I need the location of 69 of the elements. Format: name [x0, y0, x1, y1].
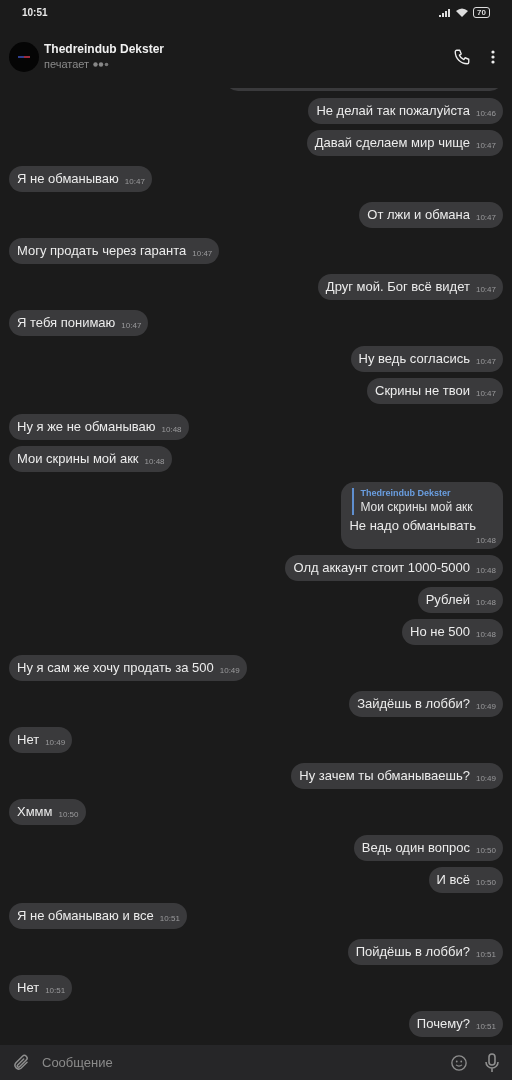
- message-time: 10:50: [58, 809, 79, 821]
- message-time: 10:49: [45, 737, 66, 749]
- message-time: 10:47: [121, 320, 142, 332]
- message-text: Ну я же не обманываю: [17, 418, 156, 437]
- message-time: 10:47: [475, 212, 496, 224]
- message-time: 10:47: [192, 248, 213, 260]
- message-time: 10:51: [45, 985, 66, 997]
- message-time: 10:48: [161, 424, 182, 436]
- battery-icon: 70: [473, 7, 490, 18]
- message-time: 10:50: [475, 845, 496, 857]
- message-time: 10:50: [475, 877, 496, 889]
- message-time: 10:51: [475, 1021, 496, 1033]
- message-text: Нет: [17, 979, 40, 998]
- typing-dots-icon: [93, 61, 110, 67]
- message-time: 10:49: [219, 665, 240, 677]
- message-text: Рублей: [425, 591, 470, 610]
- message-text: Я не обманываю и все: [17, 907, 154, 926]
- message-text: Давай сделаем мир чище: [314, 134, 470, 153]
- message-text: Зайдёшь в лобби?: [357, 695, 470, 714]
- message-time: 10:48: [475, 597, 496, 609]
- attach-icon[interactable]: [12, 1053, 30, 1072]
- message-text: Не надо обманывать: [349, 518, 477, 534]
- message-time: 10:51: [475, 949, 496, 961]
- message-text: Хммм: [17, 803, 53, 822]
- message-time: 10:47: [475, 388, 496, 400]
- message-time: 10:51: [159, 913, 180, 925]
- quoted-message: Мои скрины мой акк: [360, 499, 473, 515]
- microphone-icon[interactable]: [484, 1052, 500, 1073]
- message-text: Ну ведь согласись: [358, 350, 470, 369]
- message-field[interactable]: Сообщение: [42, 1052, 450, 1073]
- quoted-author: Thedreindub Dekster: [360, 488, 452, 499]
- more-icon: [491, 49, 495, 64]
- message-time: 10:47: [475, 356, 496, 368]
- message-text: Ну зачем ты обманываешь?: [299, 767, 470, 786]
- message-time: 10:48: [475, 565, 496, 577]
- message-text: Скрины не твои: [375, 382, 470, 401]
- phone-icon: [453, 47, 471, 66]
- status-time: 10:51: [22, 6, 48, 20]
- message-text: Но не 500: [410, 623, 470, 642]
- message-text: Нет: [17, 731, 40, 750]
- message-text: Не делай так пожалуйста: [316, 102, 470, 121]
- message-text: Ну я сам же хочу продать за 500: [17, 659, 214, 678]
- typing-status: печатает: [44, 57, 90, 71]
- message-text: Мои скрины мой акк: [17, 450, 139, 469]
- message-time: 10:49: [475, 701, 496, 713]
- wifi-icon: [456, 8, 469, 17]
- message-text: Пойдёшь в лобби?: [355, 943, 470, 962]
- contact-name: Thedreindub Dekster: [44, 42, 165, 57]
- message-text: Могу продать через гаранта: [17, 242, 187, 261]
- message-text: От лжи и обмана: [367, 206, 470, 225]
- message-text: И всё: [436, 871, 470, 890]
- message-text: Олд аккаунт стоит 1000-5000: [293, 559, 470, 578]
- message-time: 10:48: [144, 456, 165, 468]
- message-text: Ведь один вопрос: [361, 839, 470, 858]
- message-time: 10:47: [475, 284, 496, 296]
- message-text: Я не обманываю: [17, 170, 119, 189]
- message-time: 10:46: [475, 108, 496, 120]
- avatar: [9, 41, 39, 72]
- message-time: 10:47: [124, 176, 145, 188]
- message-time: 10:48: [475, 536, 496, 546]
- emoji-icon[interactable]: [450, 1053, 468, 1072]
- message-time: 10:47: [475, 140, 496, 152]
- signal-icon: [439, 8, 452, 17]
- message-time: 10:49: [475, 773, 496, 785]
- message-text: Почему?: [416, 1015, 470, 1034]
- message-text: Друг мой. Бог всё видет: [325, 278, 470, 297]
- message-time: 10:48: [475, 629, 496, 641]
- message-text: Я тебя понимаю: [17, 314, 116, 333]
- message-composer[interactable]: Сообщение: [0, 1045, 512, 1080]
